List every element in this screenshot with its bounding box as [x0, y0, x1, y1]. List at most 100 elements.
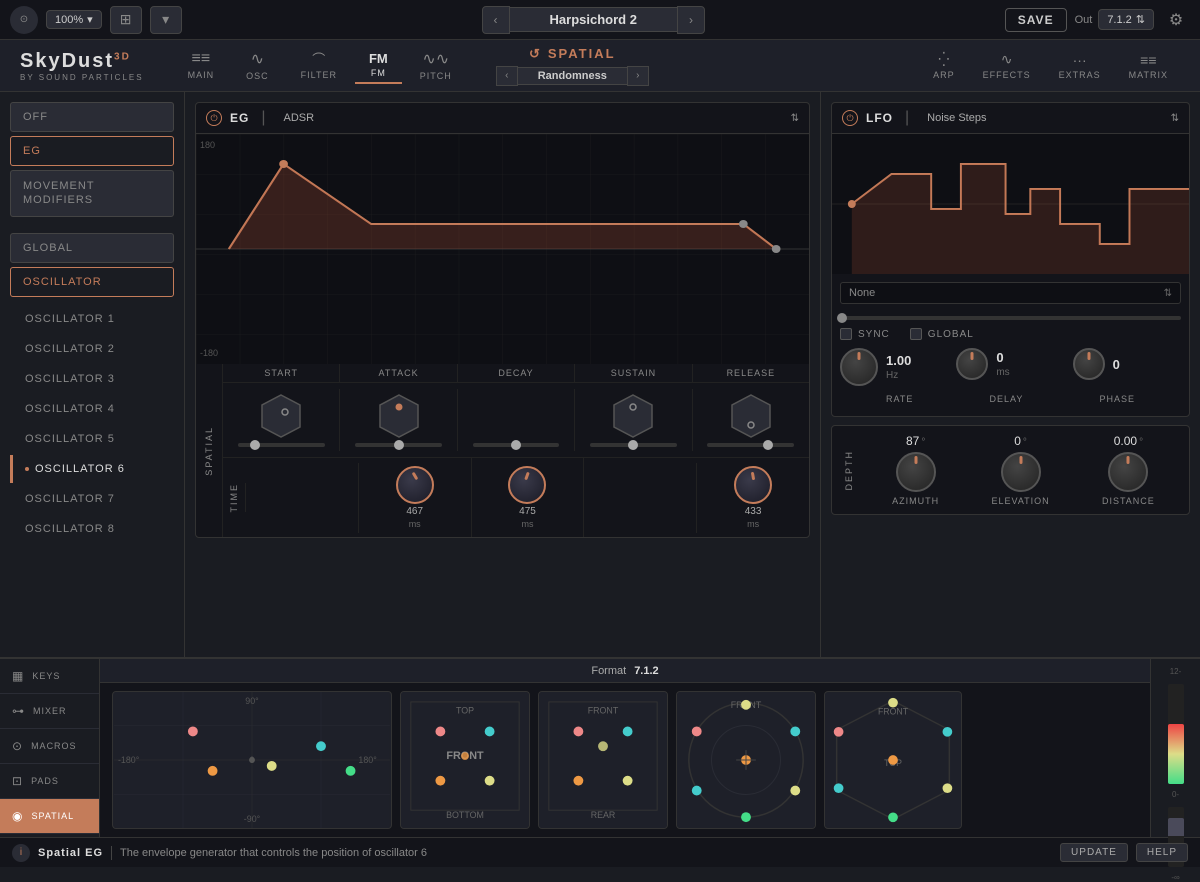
oscillator-item-3[interactable]: OSCILLATOR 3 — [10, 365, 174, 393]
sync-row: SYNC GLOBAL — [840, 328, 1181, 340]
right-nav-tabs: ⁛ ARP ∿ EFFECTS ··· EXTRAS ≡≡ MATRIX — [921, 47, 1180, 84]
sidebar-off-button[interactable]: OFF — [10, 102, 174, 132]
depth-label: DEPTH — [840, 446, 858, 495]
sidebar-oscillator-button[interactable]: OSCILLATOR — [10, 267, 174, 297]
save-button[interactable]: SAVE — [1005, 8, 1067, 32]
time-label: TIME — [229, 483, 239, 513]
oscillator-item-5[interactable]: OSCILLATOR 5 — [10, 425, 174, 453]
release-slider[interactable] — [707, 443, 794, 447]
tab-effects[interactable]: ∿ EFFECTS — [971, 47, 1043, 84]
svg-text:TOP: TOP — [456, 706, 474, 716]
status-title: Spatial EG — [38, 847, 103, 859]
sidebar-global-button[interactable]: GLOBAL — [10, 233, 174, 263]
tab-osc[interactable]: ∿ OSC — [232, 45, 283, 87]
oscillator-item-6[interactable]: OSCILLATOR 6 — [10, 455, 174, 483]
elevation-knob[interactable] — [1001, 452, 1041, 492]
oscillator-item-2[interactable]: OSCILLATOR 2 — [10, 335, 174, 363]
lfo-rate-knob[interactable] — [840, 348, 878, 386]
oscillator-item-8[interactable]: OSCILLATOR 8 — [10, 515, 174, 543]
lfo-amount-slider[interactable] — [840, 316, 1181, 320]
nav-mixer[interactable]: ⊶ MIXER — [0, 694, 99, 729]
settings-icon[interactable]: ⚙ — [1162, 6, 1190, 34]
eg-controls: SPATIAL START ATTACK DECAY SUSTAIN RELEA… — [196, 364, 809, 537]
elevation-label: ELEVATION — [991, 496, 1049, 506]
attack-slider[interactable] — [355, 443, 442, 447]
oscillator-item-7[interactable]: OSCILLATOR 7 — [10, 485, 174, 513]
output-value[interactable]: 7.1.2 ⇅ — [1098, 9, 1154, 30]
tab-filter[interactable]: ⌒ FILTER — [287, 45, 351, 86]
start-slider[interactable] — [238, 443, 325, 447]
attack-time-knob[interactable] — [396, 466, 434, 504]
lfo-source-select[interactable]: None ⇅ — [840, 282, 1181, 304]
tab-main[interactable]: ≡≡ MAIN — [174, 46, 229, 86]
lfo-phase-knob[interactable] — [1073, 348, 1105, 380]
tab-matrix[interactable]: ≡≡ MATRIX — [1117, 48, 1180, 84]
logo-icon: ⊙ — [10, 6, 38, 34]
brand-sub: BY SOUND PARTICLES — [20, 73, 144, 82]
lfo-power-button[interactable]: ⏻ — [842, 110, 858, 126]
sidebar-movement-button[interactable]: MOVEMENTMODIFIERS — [10, 170, 174, 217]
dropdown-arrow[interactable]: ▾ — [150, 6, 182, 34]
distance-knob[interactable] — [1108, 452, 1148, 492]
eg-display: 180 -180 — [196, 134, 809, 364]
svg-text:FRONT: FRONT — [588, 706, 619, 716]
azimuth-unit: ° — [921, 437, 925, 448]
speaker-hex-viz: FRONT TOP — [824, 691, 962, 829]
lfo-delay-knob[interactable] — [956, 348, 988, 380]
nav-pads[interactable]: ⊡ PADS — [0, 764, 99, 799]
eg-type-select[interactable]: ADSR — [284, 112, 315, 124]
sustain-hex-knob[interactable] — [610, 393, 656, 439]
svg-text:REAR: REAR — [591, 810, 616, 820]
eg-type-arrow[interactable]: ⇅ — [791, 113, 799, 124]
release-time-knob[interactable] — [734, 466, 772, 504]
nav-macros[interactable]: ⊙ MACROS — [0, 729, 99, 764]
tab-extras[interactable]: ··· EXTRAS — [1047, 48, 1113, 84]
prev-preset-button[interactable]: ‹ — [482, 6, 510, 34]
lfo-type-arrow[interactable]: ⇅ — [1171, 113, 1179, 124]
status-description: The envelope generator that controls the… — [120, 847, 427, 859]
distance-unit: ° — [1139, 437, 1143, 448]
lfo-header: ⏻ LFO | Noise Steps ⇅ — [832, 103, 1189, 134]
spatial-sub-label: Randomness — [518, 67, 627, 85]
next-preset-button[interactable]: › — [677, 6, 705, 34]
attack-time-unit: ms — [409, 519, 421, 529]
sustain-slider[interactable] — [590, 443, 677, 447]
oscillator-item-1[interactable]: OSCILLATOR 1 — [10, 305, 174, 333]
lfo-type-select[interactable]: Noise Steps — [927, 112, 986, 124]
status-bar: i Spatial EG The envelope generator that… — [0, 837, 1200, 867]
status-buttons: UPDATE HELP — [1060, 843, 1188, 862]
elevation-unit: ° — [1023, 437, 1027, 448]
global-checkbox[interactable]: GLOBAL — [910, 328, 974, 340]
lfo-delay-unit: ms — [996, 367, 1009, 378]
tab-fm[interactable]: FM FM — [355, 47, 402, 84]
lfo-panel: ⏻ LFO | Noise Steps ⇅ — [831, 102, 1190, 417]
spatial-prev-button[interactable]: ‹ — [496, 66, 518, 86]
col-decay-label: DECAY — [458, 364, 575, 382]
decay-slider[interactable] — [473, 443, 560, 447]
eg-power-button[interactable]: ⏻ — [206, 110, 222, 126]
speaker-square-viz-1: TOP BOTTOM FRONT — [400, 691, 530, 829]
output-label: Out 7.1.2 ⇅ — [1075, 9, 1154, 30]
nav-keys[interactable]: ▦ KEYS — [0, 659, 99, 694]
zoom-percent[interactable]: 100% ▾ — [46, 10, 102, 29]
oscillator-item-4[interactable]: OSCILLATOR 4 — [10, 395, 174, 423]
status-divider — [111, 846, 112, 860]
nav-spatial[interactable]: ◉ SPATIAL — [0, 799, 99, 834]
grid-icon[interactable]: ⊞ — [110, 6, 142, 34]
main-content: OFF EG MOVEMENTMODIFIERS GLOBAL OSCILLAT… — [0, 92, 1200, 657]
col-start-label: START — [223, 364, 340, 382]
release-hex-knob[interactable] — [728, 393, 774, 439]
sidebar-eg-button[interactable]: EG — [10, 136, 174, 166]
sync-checkbox[interactable]: SYNC — [840, 328, 890, 340]
update-button[interactable]: UPDATE — [1060, 843, 1128, 862]
decay-time-value: 475 — [519, 506, 536, 517]
speaker-grid-viz: 90° -90° -180° 180° 0 — [112, 691, 392, 829]
tab-pitch[interactable]: ∿∿ PITCH — [406, 45, 466, 87]
tab-arp[interactable]: ⁛ ARP — [921, 47, 967, 84]
attack-hex-knob[interactable] — [376, 393, 422, 439]
start-hex-knob[interactable] — [258, 393, 304, 439]
spatial-next-button[interactable]: › — [627, 66, 649, 86]
help-button[interactable]: HELP — [1136, 843, 1188, 862]
azimuth-knob[interactable] — [896, 452, 936, 492]
decay-time-knob[interactable] — [508, 466, 546, 504]
